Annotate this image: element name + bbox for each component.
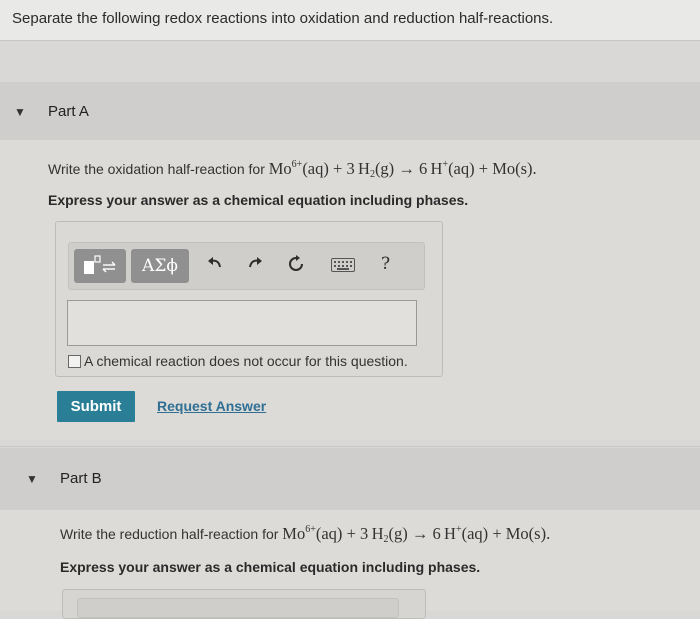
divider: [0, 40, 700, 41]
math-toolbar: ΑΣϕ ?: [68, 242, 425, 290]
divider: [0, 446, 700, 447]
redo-icon[interactable]: [247, 255, 263, 276]
keyboard-icon[interactable]: [331, 257, 355, 277]
part-b-label: Part B: [60, 470, 102, 487]
part-b-question: Write the reduction half-reaction for Mo…: [60, 524, 550, 545]
greek-symbols-button[interactable]: ΑΣϕ: [131, 249, 189, 283]
no-reaction-label: A chemical reaction does not occur for t…: [84, 353, 408, 369]
answer-panel: ΑΣϕ ? A chemical reaction does not occur…: [55, 221, 443, 377]
part-a-question: Write the oxidation half-reaction for Mo…: [48, 159, 537, 180]
part-a-header[interactable]: ▼ Part A: [0, 82, 700, 140]
part-a-instruction: Express your answer as a chemical equati…: [48, 192, 469, 208]
submit-button[interactable]: Submit: [57, 391, 135, 422]
question-prefix: Write the reduction half-reaction for: [60, 526, 279, 542]
answer-panel: [62, 589, 426, 619]
reset-icon[interactable]: [287, 255, 305, 278]
template-icon: [84, 255, 116, 274]
undo-icon[interactable]: [207, 255, 223, 276]
chevron-down-icon[interactable]: ▼: [26, 472, 38, 486]
template-button[interactable]: [74, 249, 126, 283]
part-a-label: Part A: [48, 103, 89, 120]
help-button[interactable]: ?: [381, 254, 390, 274]
intro-text: Separate the following redox reactions i…: [12, 10, 554, 27]
math-toolbar: [77, 598, 399, 618]
part-b-header[interactable]: ▼ Part B: [0, 448, 700, 510]
part-b-instruction: Express your answer as a chemical equati…: [60, 559, 481, 575]
question-prefix: Write the oxidation half-reaction for: [48, 161, 265, 177]
answer-input[interactable]: [67, 300, 417, 346]
reaction-equation: Mo6+(aq) + 3 H2(g) → 6 H+(aq) + Mo(s).: [268, 159, 537, 180]
no-reaction-checkbox[interactable]: [68, 355, 81, 368]
reaction-equation: Mo6+(aq) + 3 H2(g) → 6 H+(aq) + Mo(s).: [282, 524, 551, 545]
request-answer-link[interactable]: Request Answer: [157, 398, 266, 414]
intro-banner: Separate the following redox reactions i…: [0, 0, 700, 40]
chevron-down-icon[interactable]: ▼: [14, 105, 26, 119]
no-reaction-option[interactable]: A chemical reaction does not occur for t…: [68, 353, 408, 369]
